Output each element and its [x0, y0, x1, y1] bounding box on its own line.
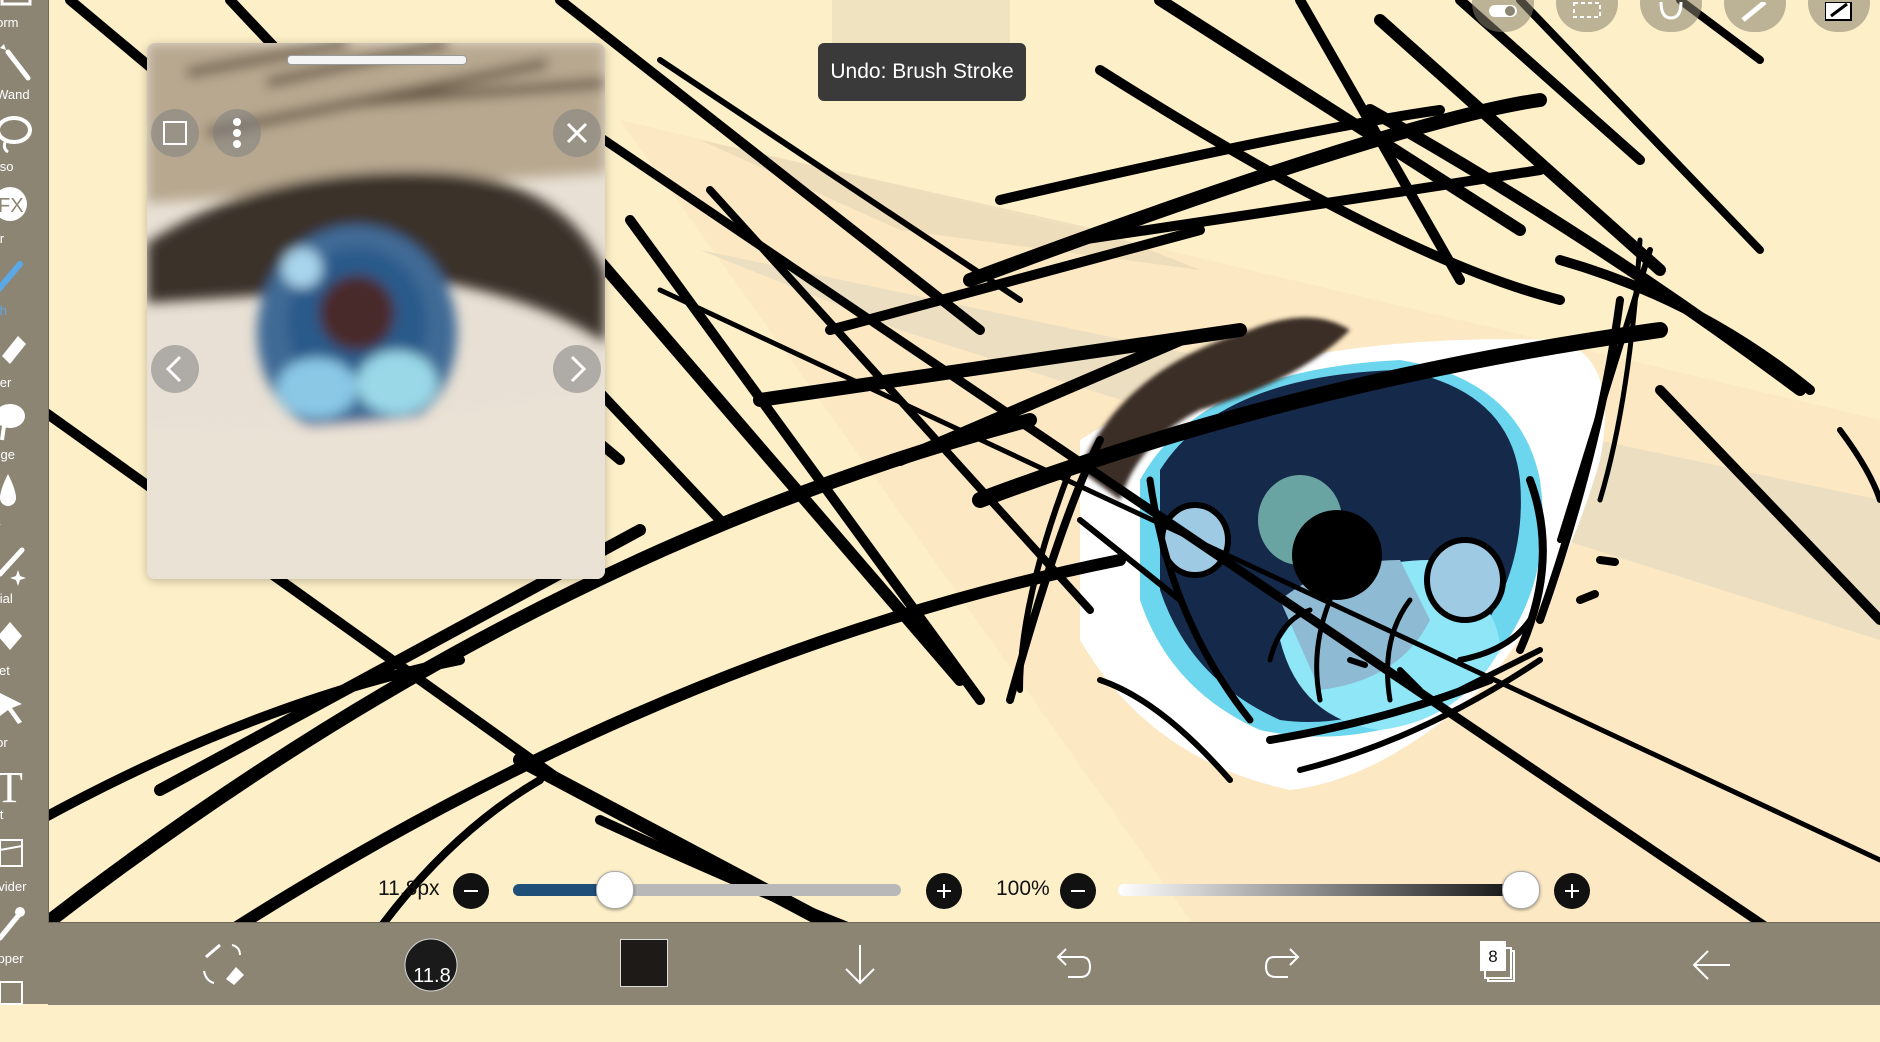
plus-icon — [937, 884, 951, 898]
tool-label: ecial — [0, 591, 13, 606]
canvas-top-tab — [832, 0, 1010, 43]
text-icon: T — [0, 763, 23, 808]
tool-label: Divider — [0, 879, 27, 894]
brush-eraser-swap-button[interactable] — [196, 923, 250, 1005]
reference-expand-button[interactable] — [151, 109, 199, 157]
svg-text:T: T — [0, 763, 23, 808]
bottom-toolbar: 11.8 8 — [48, 922, 1880, 1005]
magic-wand-icon — [0, 44, 31, 81]
frame-icon — [0, 981, 23, 1005]
save-down-arrow-icon — [845, 945, 875, 985]
layers-button[interactable]: 8 — [1476, 923, 1520, 1005]
next-icon — [570, 355, 587, 383]
brush-size-slider-knob[interactable] — [595, 871, 634, 909]
opacity-value: 100% — [996, 877, 1050, 900]
previous-icon — [165, 355, 182, 383]
tool-frame-divider[interactable]: Divider — [0, 826, 48, 898]
tool-transform[interactable]: sform — [0, 0, 48, 34]
redo-button[interactable] — [1262, 923, 1306, 1005]
reference-menu-button[interactable] — [213, 109, 261, 157]
tool-special-pen[interactable]: ecial — [0, 538, 48, 610]
tool-label: ext — [0, 807, 4, 822]
tool-label: ctor — [0, 735, 8, 750]
brush-size-value: 11.8px — [378, 877, 440, 900]
reference-window[interactable] — [147, 43, 605, 579]
opacity-minus-button[interactable] — [1060, 873, 1096, 909]
blur-drop-icon — [0, 474, 16, 506]
tool-label: sform — [0, 15, 19, 30]
tool-eyedropper[interactable]: ropper — [0, 898, 48, 970]
tool-label: c Wand — [0, 87, 30, 102]
brush-size-slider[interactable] — [513, 884, 901, 896]
brush-size-plus-button[interactable] — [926, 873, 962, 909]
tool-blur[interactable]: lur — [0, 466, 48, 538]
opacity-plus-button[interactable] — [1554, 873, 1590, 909]
undo-toast: Undo: Brush Stroke — [818, 43, 1026, 101]
reference-previous-button[interactable] — [151, 345, 199, 393]
redo-icon — [1264, 948, 1300, 978]
svg-text:FX: FX — [0, 195, 24, 217]
color-swatch — [620, 939, 668, 987]
brush-size-button[interactable]: 11.8 — [404, 923, 458, 1005]
back-button[interactable] — [1688, 923, 1736, 1005]
plus-icon — [1565, 884, 1579, 898]
tool-label: lter — [0, 231, 5, 246]
vector-pointer-icon — [0, 693, 22, 724]
lasso-icon — [0, 116, 32, 154]
tool-label: cket — [0, 663, 10, 678]
save-button[interactable] — [838, 923, 882, 1005]
eyedropper-icon — [0, 907, 25, 941]
lasso-top-icon — [1659, 2, 1683, 20]
selection-icon — [1573, 2, 1601, 18]
close-icon — [566, 122, 588, 144]
tool-smudge[interactable]: udge — [0, 394, 48, 466]
tool-more[interactable] — [0, 970, 48, 1042]
reference-close-button[interactable] — [553, 109, 601, 157]
reference-drag-handle[interactable] — [287, 55, 467, 65]
frame-divider-icon — [0, 839, 23, 867]
reference-next-button[interactable] — [553, 345, 601, 393]
more-vertical-icon — [233, 118, 241, 148]
brush-size-badge: 11.8 — [413, 965, 451, 987]
tool-label: aser — [0, 375, 12, 390]
tool-label: ush — [0, 303, 7, 318]
color-button[interactable] — [620, 923, 670, 1005]
tool-text[interactable]: T ext — [0, 754, 48, 826]
tool-label: udge — [0, 447, 15, 462]
tool-magic-wand[interactable]: c Wand — [0, 34, 48, 106]
bucket-icon — [0, 622, 22, 650]
back-arrow-icon — [1692, 950, 1730, 980]
layer-count: 8 — [1488, 947, 1498, 966]
transform-icon — [0, 0, 32, 6]
eraser-icon — [2, 336, 26, 364]
brush-size-minus-button[interactable] — [453, 873, 489, 909]
brush-size-icon — [404, 938, 458, 992]
ruler-icon — [1741, 2, 1767, 22]
tool-label: lur — [0, 519, 56, 534]
left-toolbar: sform c Wand asso FX lter ush aser udge … — [0, 0, 49, 1005]
tool-filter[interactable]: FX lter — [0, 178, 48, 250]
filter-fx-icon: FX — [0, 187, 27, 221]
minus-icon — [1071, 890, 1085, 892]
minus-icon — [464, 890, 478, 892]
tool-label: asso — [0, 159, 14, 174]
tool-vector[interactable]: ctor — [0, 682, 48, 754]
tool-lasso[interactable]: asso — [0, 106, 48, 178]
undo-button[interactable] — [1050, 923, 1094, 1005]
special-pen-icon — [0, 547, 26, 586]
opacity-slider-knob[interactable] — [1502, 871, 1540, 909]
layer-thumbnail-icon — [1825, 2, 1852, 21]
toggle-icon — [1489, 5, 1517, 17]
tool-brush[interactable]: ush — [0, 250, 48, 322]
tool-eraser[interactable]: aser — [0, 322, 48, 394]
undo-icon — [1056, 948, 1092, 978]
smudge-icon — [0, 404, 25, 441]
opacity-slider[interactable] — [1118, 884, 1522, 896]
brush-icon — [0, 261, 23, 293]
brush-eraser-swap-icon — [203, 943, 244, 985]
expand-icon — [163, 121, 187, 145]
tool-bucket[interactable]: cket — [0, 610, 48, 682]
